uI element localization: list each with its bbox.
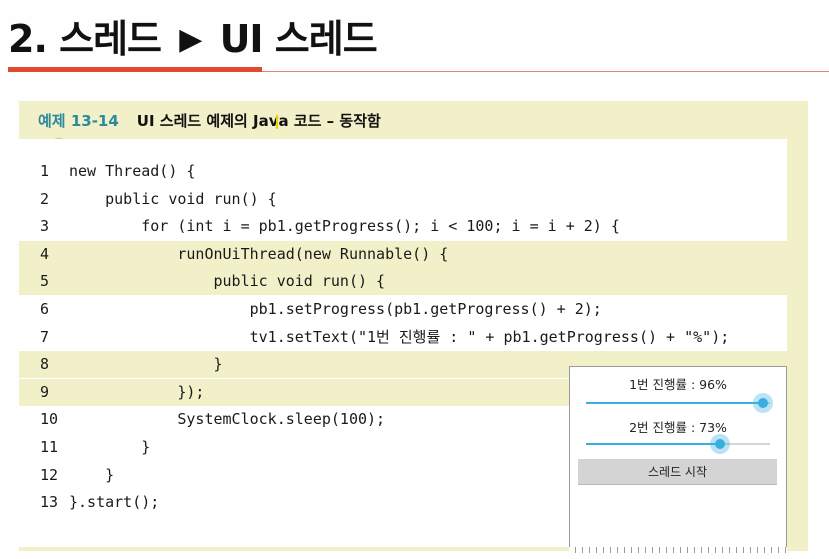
line-number: 6 (40, 300, 50, 318)
line-number: 11 (40, 438, 59, 456)
code-line: 2 public void run() { (19, 186, 787, 213)
progress2-bar[interactable] (586, 434, 770, 454)
app-preview: 1번 진행률 : 96% 2번 진행률 : 73% 스레드 시작 (569, 366, 787, 553)
heading-section: 스레드 (59, 17, 162, 61)
progress1-bar[interactable] (586, 393, 773, 413)
example-header: 예제 13-14 UI 스레드 예제의 Java 코드 – 동작함 (19, 101, 808, 139)
heading-underline (8, 67, 262, 72)
example-title: UI 스레드 예제의 Java 코드 – 동작함 (136, 111, 381, 130)
code-text: for (int i = pb1.getProgress(); i < 100;… (69, 217, 620, 236)
heading-subsection: UI 스레드 (219, 17, 378, 61)
code-line: 1 new Thread() { (19, 158, 787, 185)
code-text: new Thread() { (69, 162, 196, 180)
line-number: 1 (40, 162, 50, 180)
code-line: 6 pb1.setProgress(pb1.getProgress() + 2)… (19, 296, 787, 323)
progress1-fill (586, 402, 763, 404)
line-number: 7 (40, 327, 50, 346)
code-text: } (69, 438, 151, 456)
line-number: 4 (40, 244, 50, 263)
line-number: 13 (40, 493, 59, 512)
code-line: 5 public void run() { (19, 268, 787, 296)
code-text: } (69, 355, 223, 374)
line-number: 10 (40, 410, 59, 429)
code-text: } (69, 465, 115, 484)
line-number: 2 (40, 189, 50, 208)
progress2-thumb[interactable] (710, 434, 730, 454)
text-cursor (276, 115, 278, 129)
line-number: 3 (40, 217, 50, 236)
heading-rule (262, 71, 829, 72)
code-text: tv1.setText("1번 진행률 : " + pb1.getProgres… (69, 327, 730, 346)
code-text: }); (69, 382, 205, 401)
progress2-label: 2번 진행률 : 73% (629, 420, 727, 435)
line-number: 9 (40, 382, 50, 401)
torn-edge (569, 547, 787, 553)
line-number: 8 (40, 355, 50, 374)
code-text: public void run() { (69, 272, 386, 291)
line-number: 12 (40, 465, 59, 484)
play-arrow-icon: ▶ (179, 22, 202, 57)
code-text: pb1.setProgress(pb1.getProgress() + 2); (69, 300, 602, 318)
code-line: 3 for (int i = pb1.getProgress(); i < 10… (19, 213, 787, 240)
code-text: }.start(); (69, 493, 160, 512)
code-text: runOnUiThread(new Runnable() { (69, 244, 449, 263)
heading-number: 2. (8, 17, 48, 61)
line-number: 5 (40, 272, 50, 291)
code-line: 4 runOnUiThread(new Runnable() { (19, 240, 787, 268)
code-text: SystemClock.sleep(100); (69, 410, 386, 429)
progress2-fill (586, 443, 720, 445)
page-heading: 2. 스레드 ▶ UI 스레드 (8, 8, 378, 63)
code-line: 7 tv1.setText("1번 진행률 : " + pb1.getProgr… (19, 324, 787, 351)
progress1-thumb[interactable] (753, 393, 773, 413)
code-text: public void run() { (69, 189, 277, 208)
start-thread-button[interactable]: 스레드 시작 (578, 459, 777, 485)
progress1-label: 1번 진행률 : 96% (629, 377, 727, 392)
example-number: 예제 13-14 (38, 111, 119, 130)
